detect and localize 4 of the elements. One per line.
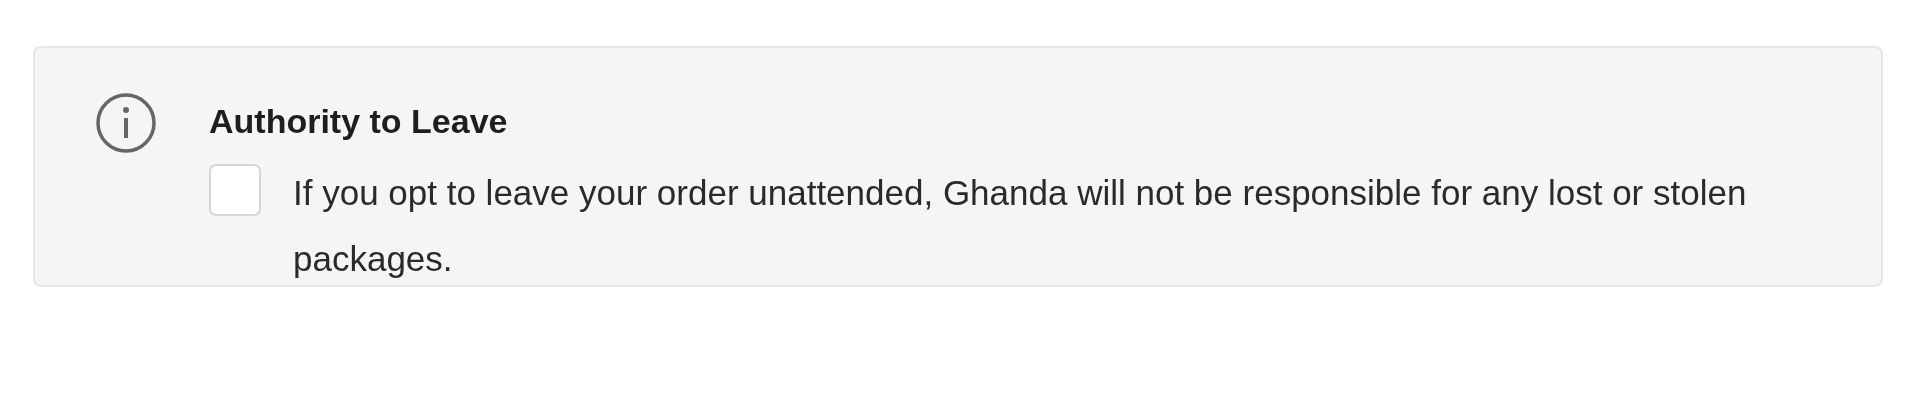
notice-title: Authority to Leave <box>209 101 509 142</box>
checkbox-label: If you opt to leave your order unattended, Ghanda will not be responsible for any lost or stolen packages. <box>293 172 1748 280</box>
info-icon <box>95 92 157 154</box>
checkbox[interactable] <box>209 164 261 216</box>
